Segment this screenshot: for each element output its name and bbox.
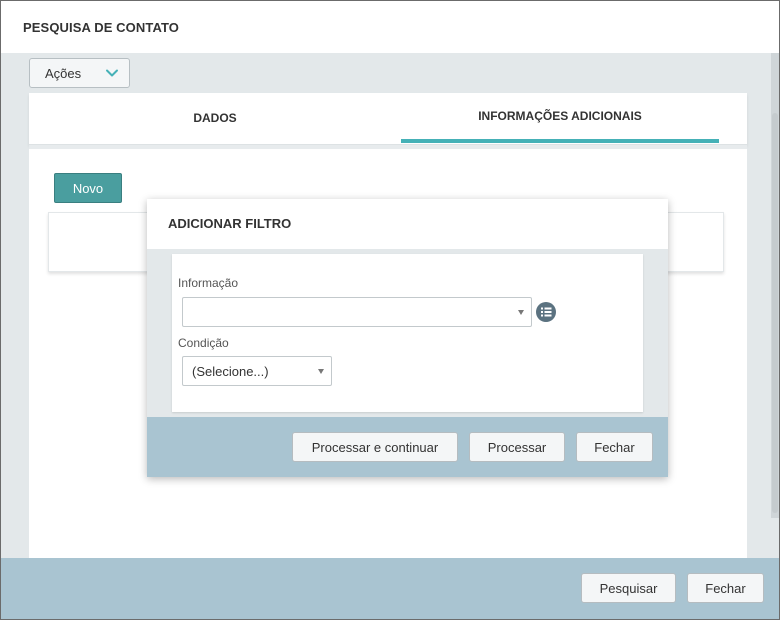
tab-divider bbox=[29, 145, 747, 149]
information-select[interactable] bbox=[182, 297, 532, 327]
contact-search-window: PESQUISA DE CONTATO Ações DADOS INFORMAÇ… bbox=[0, 0, 780, 620]
caret-down-icon bbox=[518, 310, 524, 315]
tab-bar: DADOS INFORMAÇÕES ADICIONAIS bbox=[29, 93, 747, 145]
scrollbar-thumb[interactable] bbox=[772, 113, 778, 513]
new-button[interactable]: Novo bbox=[54, 173, 122, 203]
chevron-down-icon bbox=[106, 69, 118, 77]
window-header: PESQUISA DE CONTATO bbox=[1, 1, 779, 53]
condition-select[interactable]: (Selecione...) bbox=[182, 356, 332, 386]
window-footer: Pesquisar Fechar bbox=[1, 558, 779, 619]
scrollbar[interactable] bbox=[771, 53, 779, 518]
add-filter-dialog: ADICIONAR FILTRO Informação Condição (Se… bbox=[147, 199, 668, 477]
close-button[interactable]: Fechar bbox=[687, 573, 764, 603]
tab-informacoes-adicionais[interactable]: INFORMAÇÕES ADICIONAIS bbox=[401, 93, 719, 143]
dialog-footer: Processar e continuar Processar Fechar bbox=[147, 417, 668, 477]
caret-down-icon bbox=[318, 369, 324, 374]
actions-dropdown[interactable]: Ações bbox=[29, 58, 130, 88]
dialog-close-button[interactable]: Fechar bbox=[576, 432, 653, 462]
dialog-header: ADICIONAR FILTRO bbox=[147, 199, 668, 249]
tab-dados[interactable]: DADOS bbox=[29, 93, 401, 143]
process-and-continue-button[interactable]: Processar e continuar bbox=[292, 432, 458, 462]
dialog-body: Informação Condição (Selecione...) bbox=[172, 254, 643, 412]
information-label: Informação bbox=[178, 276, 239, 290]
condition-value: (Selecione...) bbox=[192, 363, 269, 379]
dialog-title: ADICIONAR FILTRO bbox=[168, 216, 292, 231]
search-button[interactable]: Pesquisar bbox=[581, 573, 676, 603]
window-title: PESQUISA DE CONTATO bbox=[23, 20, 179, 35]
condition-label: Condição bbox=[178, 336, 229, 350]
actions-label: Ações bbox=[45, 65, 82, 81]
process-button[interactable]: Processar bbox=[469, 432, 565, 462]
list-icon[interactable] bbox=[536, 302, 556, 322]
